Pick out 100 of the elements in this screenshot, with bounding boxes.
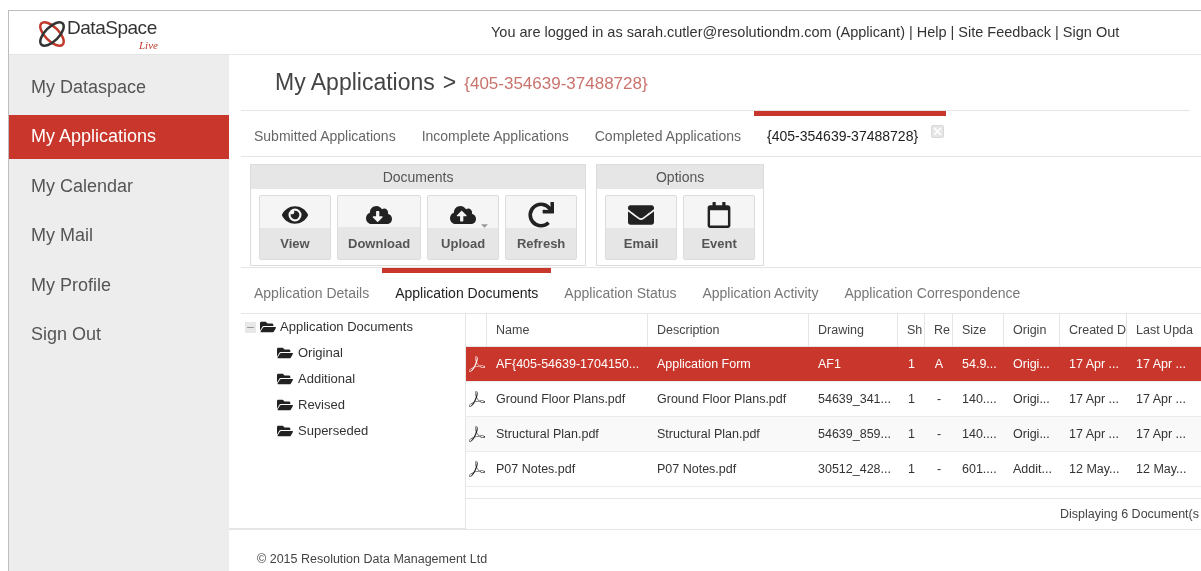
breadcrumb-current: {405-354639-37488728} <box>464 73 648 96</box>
tree-item[interactable]: Superseded <box>298 421 369 441</box>
table-cell: 140.... <box>962 426 997 441</box>
sidebar-item[interactable]: My Profile <box>9 263 229 307</box>
table-cell: Structural Plan.pdf <box>657 426 760 441</box>
separator: | <box>1055 22 1059 42</box>
column-header[interactable]: Last Upda <box>1127 314 1201 346</box>
table-cell: 601.... <box>962 461 997 476</box>
separator: | <box>908 22 913 42</box>
table-cell: - <box>936 426 942 441</box>
table-cell: 17 Apr ... <box>1069 426 1120 441</box>
table-row[interactable]: Structural Plan.pdf Structural Plan.pdf 54639_859... 1 - 140.... Origi... 17 Apr ... 17 Apr ... <box>466 417 1201 452</box>
tab[interactable]: {405-354639-37488728} <box>754 111 947 156</box>
pdf-icon <box>468 461 485 477</box>
breadcrumb-separator: > <box>442 68 457 98</box>
table-cell: - <box>936 391 942 406</box>
table-cell: Structural Plan.pdf <box>496 426 599 441</box>
table-cell: Origi... <box>1013 356 1050 371</box>
table-cell: AF{405-54639-1704150... <box>496 356 640 371</box>
table-cell: 1 <box>908 426 915 441</box>
column-header[interactable]: Drawing <box>809 314 898 346</box>
toolbar-button[interactable]: View <box>259 195 331 260</box>
table-cell: 12 May... <box>1136 461 1187 476</box>
folder-icon <box>277 371 293 387</box>
column-header[interactable]: Sh <box>898 314 925 346</box>
tab[interactable]: Application Correspondence <box>831 268 1034 313</box>
table-cell: Addit... <box>1013 461 1052 476</box>
table-cell: AF1 <box>818 356 841 371</box>
pdf-icon <box>468 426 485 442</box>
header-link[interactable]: Sign Out <box>1062 21 1120 44</box>
collapse-toggle[interactable] <box>245 321 256 333</box>
table-row[interactable]: AF{405-54639-1704150... Application Form AF1 1 A 54.9... Origi... 17 Apr ... 17 Apr ... <box>466 347 1201 382</box>
tree-item[interactable]: Revised <box>298 395 345 415</box>
folder-icon <box>277 423 293 439</box>
table-cell: 12 May... <box>1069 461 1120 476</box>
header-link[interactable]: Help <box>916 21 947 44</box>
table-cell: 54639_341... <box>818 391 891 406</box>
table-cell: 1 <box>908 356 915 371</box>
tab[interactable]: Application Status <box>551 268 690 313</box>
toolbar-button[interactable]: Email <box>605 195 678 260</box>
table-cell: P07 Notes.pdf <box>496 461 576 476</box>
page-title: My Applications <box>275 68 435 98</box>
table-cell: 17 Apr ... <box>1069 391 1120 406</box>
table-cell: 140.... <box>962 391 997 406</box>
tab[interactable]: Completed Applications <box>581 111 755 156</box>
table-cell: 54639_859... <box>818 426 891 441</box>
group-title: Documents <box>251 165 586 189</box>
folder-icon <box>277 397 293 413</box>
table-cell: 17 Apr ... <box>1136 426 1187 441</box>
logo-tagline: Live <box>139 38 158 51</box>
table-cell: 17 Apr ... <box>1069 356 1120 371</box>
pdf-icon <box>468 356 485 372</box>
tab[interactable]: Submitted Applications <box>241 111 409 156</box>
column-header[interactable]: Name <box>487 314 648 346</box>
tree-item[interactable]: Application Documents <box>280 317 413 337</box>
column-header[interactable]: Description <box>648 314 809 346</box>
folder-icon <box>260 319 276 335</box>
table-cell: Origi... <box>1013 426 1050 441</box>
table-cell: 54.9... <box>962 356 997 371</box>
table-cell: P07 Notes.pdf <box>657 461 737 476</box>
column-header[interactable]: Origin <box>1004 314 1060 346</box>
toolbar-button[interactable]: Refresh <box>505 195 578 260</box>
toolbar-button[interactable]: Upload <box>427 195 500 260</box>
table-cell: Ground Floor Plans.pdf <box>657 391 787 406</box>
sidebar-item[interactable]: My Dataspace <box>9 65 229 109</box>
pdf-icon <box>468 391 485 407</box>
separator: | <box>950 22 955 42</box>
group-title: Options <box>597 165 764 189</box>
tree-item[interactable]: Additional <box>298 369 356 389</box>
table-cell: 1 <box>908 391 915 406</box>
table-cell: Ground Floor Plans.pdf <box>496 391 626 406</box>
header-link[interactable]: Site Feedback <box>958 21 1052 44</box>
table-cell: 17 Apr ... <box>1136 391 1187 406</box>
logo-name: DataSpace <box>67 17 157 38</box>
tab[interactable]: Application Details <box>241 268 383 313</box>
table-cell: Origi... <box>1013 391 1050 406</box>
tab[interactable]: Incomplete Applications <box>408 111 582 156</box>
column-header[interactable]: Size <box>953 314 1004 346</box>
table-cell: Application Form <box>657 356 751 371</box>
toolbar-button[interactable]: Download <box>337 195 422 260</box>
column-header[interactable]: Created D <box>1060 314 1127 346</box>
close-icon[interactable] <box>931 125 945 138</box>
sidebar-item[interactable]: My Mail <box>9 213 229 258</box>
tree-item[interactable]: Original <box>298 343 343 363</box>
copyright: © 2015 Resolution Data Management Ltd <box>257 552 488 566</box>
column-header[interactable]: Re <box>925 314 953 346</box>
sidebar-item[interactable]: My Calendar <box>9 164 229 208</box>
table-cell: 17 Apr ... <box>1136 356 1187 371</box>
calendar-icon <box>706 201 733 228</box>
tab[interactable]: Application Activity <box>689 268 832 313</box>
table-cell: - <box>936 461 942 476</box>
refresh-icon <box>528 201 555 228</box>
toolbar-button[interactable]: Event <box>683 195 756 260</box>
sidebar-item[interactable]: Sign Out <box>9 312 229 357</box>
login-text: You are logged in as sarah.cutler@resolutiondm.com (Applicant) <box>491 22 905 42</box>
sidebar-item[interactable]: My Applications <box>9 114 229 159</box>
table-cell: A <box>934 356 944 371</box>
table-cell: 1 <box>908 461 915 476</box>
folder-icon <box>277 345 293 361</box>
table-cell: 30512_428... <box>818 461 891 476</box>
